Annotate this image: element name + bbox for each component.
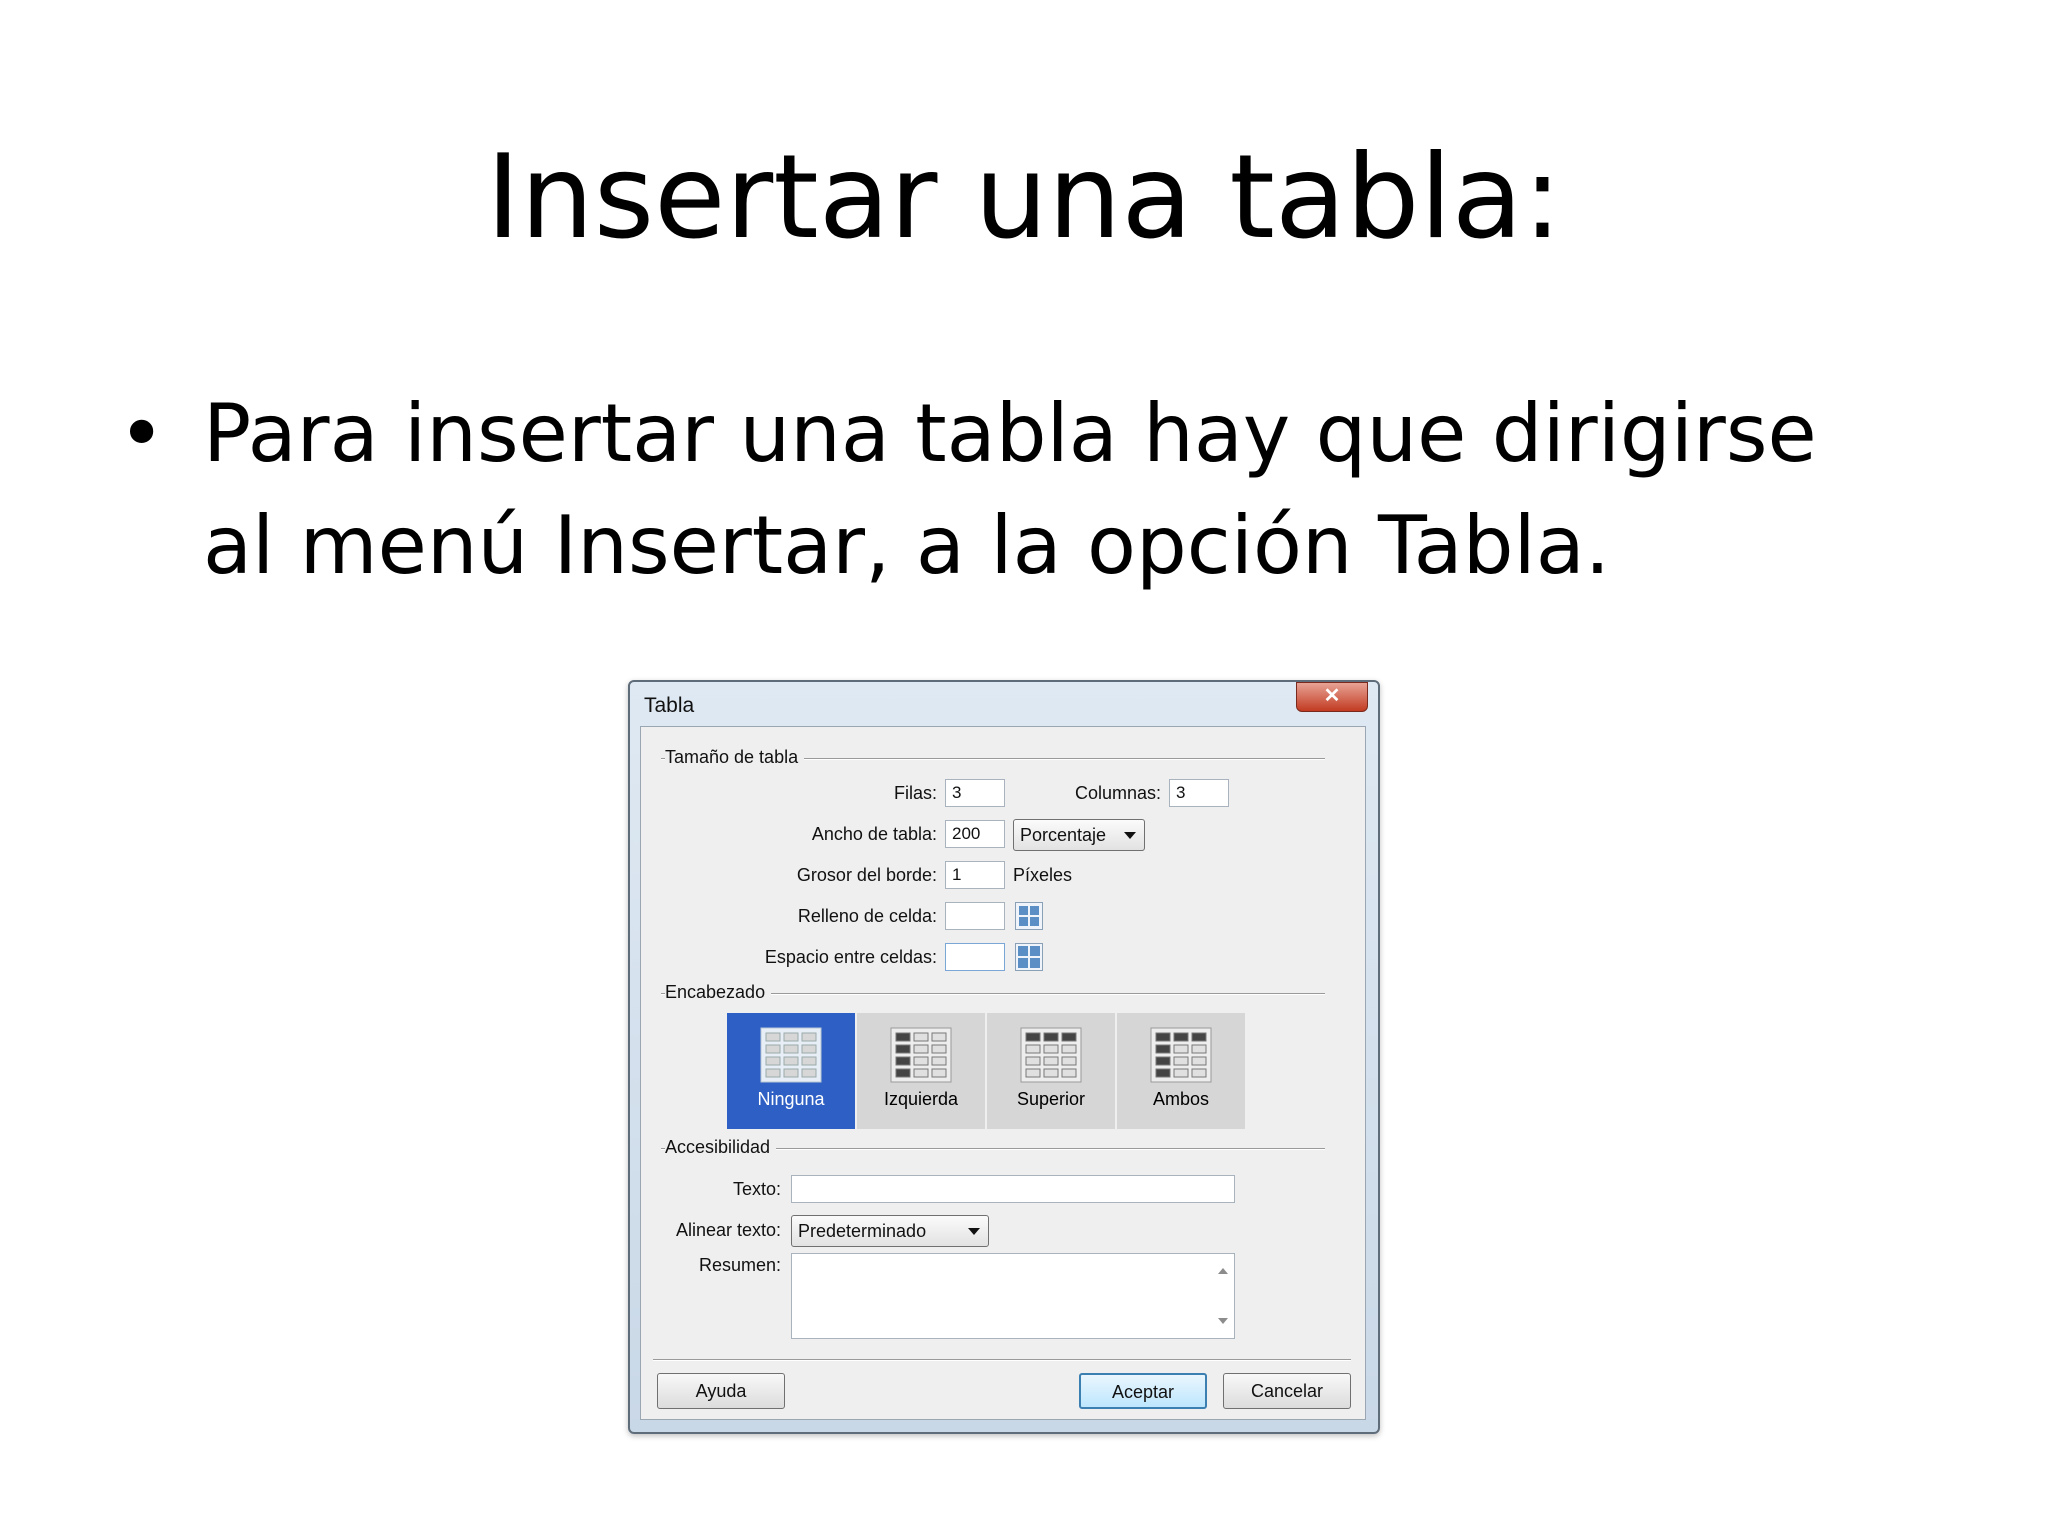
- columns-input[interactable]: 3: [1169, 779, 1229, 807]
- table-none-icon: [760, 1027, 822, 1083]
- table-dialog: Tabla ✕ Tamaño de tabla Filas: 3 Columna…: [628, 680, 1380, 1434]
- group-label-accessibility: Accesibilidad: [665, 1137, 777, 1158]
- columns-label: Columnas:: [1074, 783, 1161, 803]
- align-select[interactable]: Predeterminado: [791, 1215, 989, 1247]
- ok-button[interactable]: Aceptar: [1079, 1373, 1207, 1409]
- width-unit-select[interactable]: Porcentaje: [1013, 819, 1145, 851]
- cancel-button[interactable]: Cancelar: [1223, 1373, 1351, 1409]
- header-option-label: Ninguna: [757, 1089, 825, 1109]
- cell-spacing-icon: [1015, 943, 1043, 971]
- width-unit-value: Porcentaje: [1020, 825, 1107, 845]
- width-label: Ancho de tabla:: [811, 824, 937, 844]
- padding-input[interactable]: [945, 902, 1005, 930]
- align-label: Alinear texto:: [675, 1220, 781, 1240]
- bullet-mark: •: [118, 387, 166, 480]
- dialog-title: Tabla: [644, 694, 695, 717]
- close-icon: ✕: [1323, 685, 1341, 707]
- help-button[interactable]: Ayuda: [657, 1373, 785, 1409]
- header-option-label: Superior: [1016, 1089, 1086, 1109]
- footer-divider: [653, 1359, 1351, 1361]
- table-top-header-icon: [1020, 1027, 1082, 1083]
- spacing-label: Espacio entre celdas:: [764, 947, 937, 967]
- table-both-headers-icon: [1150, 1027, 1212, 1083]
- rows-label: Filas:: [893, 783, 937, 803]
- close-button[interactable]: ✕: [1296, 682, 1368, 712]
- header-option-left[interactable]: Izquierda: [857, 1013, 985, 1129]
- chevron-down-icon: [1124, 832, 1136, 839]
- summary-label: Resumen:: [698, 1255, 781, 1275]
- cell-padding-icon: [1015, 902, 1043, 930]
- chevron-down-icon: [968, 1228, 980, 1235]
- text-input[interactable]: [791, 1175, 1235, 1203]
- border-label: Grosor del borde:: [796, 865, 937, 885]
- width-input[interactable]: 200: [945, 820, 1005, 848]
- scroll-up-icon[interactable]: [1218, 1268, 1228, 1274]
- padding-label: Relleno de celda:: [797, 906, 937, 926]
- scroll-down-icon[interactable]: [1218, 1318, 1228, 1324]
- header-option-none[interactable]: Ninguna: [727, 1013, 855, 1129]
- header-options: Ninguna Izquierda Superior Ambos: [727, 1013, 1247, 1129]
- header-option-both[interactable]: Ambos: [1117, 1013, 1245, 1129]
- align-value: Predeterminado: [798, 1221, 927, 1241]
- slide-title: Insertar una tabla:: [486, 130, 1562, 265]
- text-label: Texto:: [732, 1179, 781, 1199]
- table-left-header-icon: [890, 1027, 952, 1083]
- header-option-top[interactable]: Superior: [987, 1013, 1115, 1129]
- header-option-label: Ambos: [1152, 1089, 1210, 1109]
- bullet-text: Para insertar una tabla hay que dirigirs…: [203, 387, 1817, 592]
- group-label-header: Encabezado: [665, 982, 772, 1003]
- header-option-label: Izquierda: [883, 1089, 959, 1109]
- border-input[interactable]: 1: [945, 861, 1005, 889]
- group-label-table-size: Tamaño de tabla: [665, 747, 805, 768]
- dialog-client: Tamaño de tabla Filas: 3 Columnas: 3 Anc…: [640, 726, 1366, 1420]
- border-unit-label: Píxeles: [1013, 865, 1073, 885]
- rows-input[interactable]: 3: [945, 779, 1005, 807]
- summary-textarea[interactable]: [791, 1253, 1235, 1339]
- spacing-input[interactable]: [945, 943, 1005, 971]
